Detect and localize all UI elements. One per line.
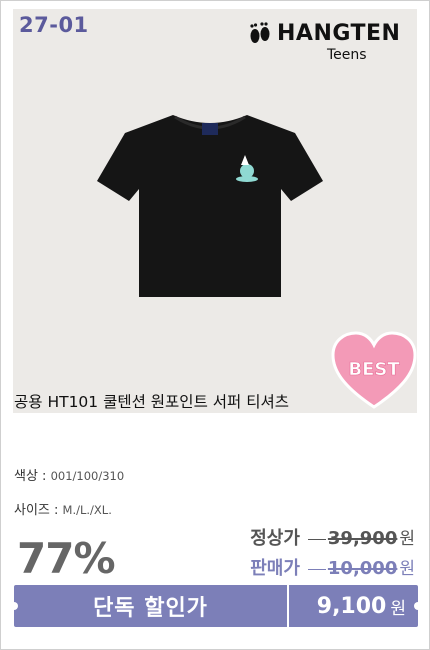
exclusive-price-value: 9,100 원: [289, 585, 418, 627]
regular-currency: 원: [399, 529, 415, 549]
color-option: 색상 : 001/100/310: [14, 465, 124, 484]
discount-percent: 77%: [17, 534, 116, 583]
brand-logo: HANGTEN Teens: [247, 21, 407, 71]
color-value: 001/100/310: [50, 469, 125, 483]
sale-price-label: 판매가: [250, 558, 300, 579]
sale-currency: 원: [399, 559, 415, 579]
sale-price-row: 판매가 10,000 원: [250, 554, 415, 580]
color-label: 색상 :: [14, 469, 51, 484]
product-name[interactable]: 공용 HT101 쿨텐션 원포인트 서퍼 티셔츠: [14, 390, 289, 412]
exclusive-price: 9,100: [316, 593, 387, 619]
best-heart-badge: BEST: [331, 331, 417, 409]
size-label: 사이즈 :: [14, 503, 63, 518]
size-value: M./L./XL.: [62, 503, 112, 517]
exclusive-currency: 원: [390, 598, 406, 619]
exclusive-price-label: 단독 할인가: [93, 596, 208, 621]
regular-price-label: 정상가: [250, 528, 300, 549]
product-code: 27-01: [19, 13, 89, 37]
product-image[interactable]: 27-01 HANGTEN Teens BEST: [13, 9, 417, 413]
regular-price: 39,900: [327, 528, 398, 549]
product-card[interactable]: 27-01 HANGTEN Teens BEST 공용 HT101 쿨텐션 원포…: [0, 0, 430, 650]
brand-sub: Teens: [327, 47, 367, 63]
exclusive-price-bar[interactable]: 단독 할인가 9,100 원: [10, 585, 422, 627]
brand-name: HANGTEN: [277, 21, 401, 46]
footprints-icon: [250, 22, 270, 43]
tshirt-image: [97, 115, 323, 297]
sale-price: 10,000: [327, 558, 398, 579]
size-option: 사이즈 : M./L./XL.: [14, 499, 112, 518]
regular-price-row: 정상가 39,900 원: [250, 524, 415, 550]
best-text: BEST: [348, 359, 400, 380]
